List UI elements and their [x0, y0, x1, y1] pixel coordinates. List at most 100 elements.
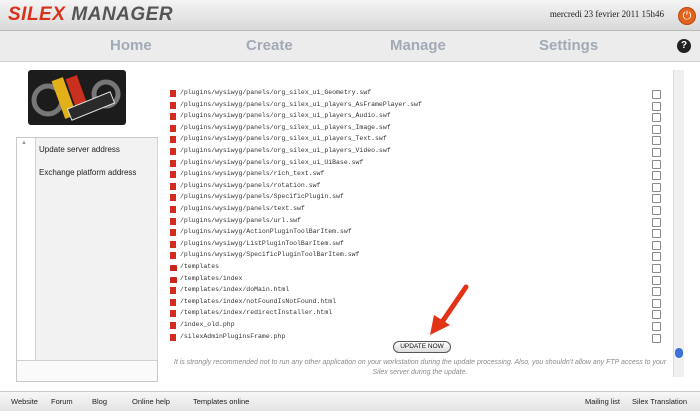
update-warning: It is strongly recommended not to run an…: [173, 359, 667, 376]
file-checkbox[interactable]: [652, 287, 661, 297]
file-checkbox[interactable]: [652, 206, 661, 215]
file-row: /templates/index: [168, 274, 668, 286]
collapse-arrow-icon[interactable]: ▲: [21, 140, 27, 146]
file-row: /index_old.php: [168, 320, 668, 332]
file-checkbox[interactable]: [652, 333, 661, 343]
file-path: /templates/index/redirectInstaller.html: [180, 309, 333, 317]
footer-link-online-help[interactable]: Online help: [132, 397, 170, 406]
file-checkbox[interactable]: [652, 159, 661, 169]
silex-manager-logo: SILEX MANAGER: [8, 4, 173, 26]
file-checkbox[interactable]: [652, 229, 661, 239]
file-row: /templates/index/notFoundIsNotFound.html: [168, 297, 668, 309]
folder-icon: [170, 265, 177, 271]
file-icon: [170, 298, 176, 306]
file-checkbox[interactable]: [652, 322, 661, 331]
file-checkbox[interactable]: [652, 90, 661, 99]
file-path: /plugins/wysiwyg/panels/rotation.swf: [180, 181, 321, 189]
file-icon: [170, 113, 176, 121]
file-icon: [170, 182, 176, 190]
file-checkbox[interactable]: [652, 217, 661, 227]
file-row: /plugins/wysiwyg/panels/SpecificPlugin.s…: [168, 192, 668, 204]
file-row: /plugins/wysiwyg/panels/org_silex_ui_UiB…: [168, 158, 668, 170]
file-path: /plugins/wysiwyg/panels/org_silex_ui_pla…: [180, 147, 391, 154]
file-path: /plugins/wysiwyg/panels/org_silex_ui_pla…: [180, 100, 422, 108]
file-row: /plugins/wysiwyg/ListPluginToolBarItem.s…: [168, 239, 668, 251]
file-row: /plugins/wysiwyg/panels/org_silex_ui_pla…: [168, 100, 668, 112]
file-checkbox[interactable]: [652, 182, 661, 192]
logo-manager-text: MANAGER: [71, 4, 174, 25]
file-icon: [170, 217, 176, 225]
file-row: /plugins/wysiwyg/panels/org_silex_ui_pla…: [168, 146, 668, 158]
file-icon: [170, 159, 176, 167]
file-icon: [170, 252, 176, 260]
file-icon: [170, 148, 176, 155]
file-icon: [170, 136, 176, 144]
file-path: /plugins/wysiwyg/panels/text.swf: [180, 205, 305, 212]
file-checkbox[interactable]: [652, 264, 661, 273]
list-footer: [17, 360, 157, 381]
file-row: /plugins/wysiwyg/panels/rich_text.swf: [168, 169, 668, 181]
footer-link-website[interactable]: Website: [11, 397, 38, 406]
help-icon[interactable]: ?: [677, 39, 691, 53]
file-path: /templates/index/notFoundIsNotFound.html: [180, 297, 337, 305]
file-path: /silexAdminPluginsFrame.php: [180, 332, 286, 340]
file-path: /plugins/wysiwyg/panels/org_silex_ui_UiB…: [180, 158, 364, 166]
file-path: /templates/index/doMain.html: [180, 286, 290, 294]
file-icon: [170, 124, 176, 132]
file-icon: [170, 101, 176, 109]
file-row: /plugins/wysiwyg/panels/org_silex_ui_pla…: [168, 123, 668, 135]
file-path: /plugins/wysiwyg/panels/org_silex_ui_pla…: [180, 112, 391, 120]
file-checkbox[interactable]: [652, 310, 661, 320]
file-row: /templates/index/doMain.html: [168, 285, 668, 297]
file-checkbox[interactable]: [652, 101, 661, 111]
footer-link-blog[interactable]: Blog: [92, 397, 107, 406]
file-icon: [170, 287, 176, 295]
sidebar-item-update-server[interactable]: Update server address: [39, 145, 120, 154]
file-checkbox[interactable]: [652, 252, 661, 262]
footer-link-templates-online[interactable]: Templates online: [193, 397, 249, 406]
file-checkbox[interactable]: [652, 171, 661, 181]
file-icon: [170, 206, 176, 213]
footer-link-mailing-list[interactable]: Mailing list: [585, 397, 620, 406]
nav-manage[interactable]: Manage: [390, 37, 446, 54]
file-row: /plugins/wysiwyg/panels/org_silex_ui_pla…: [168, 134, 668, 146]
file-path: /plugins/wysiwyg/panels/org_silex_ui_Geo…: [180, 89, 372, 96]
file-path: /plugins/wysiwyg/ListPluginToolBarItem.s…: [180, 239, 344, 247]
nav-home[interactable]: Home: [110, 37, 152, 54]
file-path: /plugins/wysiwyg/panels/org_silex_ui_pla…: [180, 123, 391, 131]
file-row: /plugins/wysiwyg/SpecificPluginToolBarIt…: [168, 250, 668, 262]
file-path: /plugins/wysiwyg/panels/org_silex_ui_pla…: [180, 135, 387, 143]
scroll-thumb[interactable]: [675, 348, 683, 358]
sidebar-item-exchange-platform[interactable]: Exchange platform address: [39, 168, 136, 177]
update-now-button[interactable]: UPDATE NOW: [393, 341, 451, 353]
nav-settings[interactable]: Settings: [539, 37, 598, 54]
file-row: /templates: [168, 262, 668, 274]
power-icon[interactable]: ⏻: [678, 7, 696, 25]
file-list-scrollbar[interactable]: [673, 70, 684, 377]
file-checkbox[interactable]: [652, 113, 661, 123]
file-checkbox[interactable]: [652, 240, 661, 250]
file-path: /index_old.php: [180, 321, 235, 328]
file-checkbox[interactable]: [652, 298, 661, 308]
file-icon: [170, 229, 176, 237]
file-checkbox[interactable]: [652, 148, 661, 157]
file-checkbox[interactable]: [652, 124, 661, 134]
file-icon: [170, 322, 176, 329]
footer-link-translation[interactable]: Silex Translation: [632, 397, 687, 406]
file-path: /plugins/wysiwyg/SpecificPluginToolBarIt…: [180, 251, 360, 259]
file-row: /plugins/wysiwyg/panels/rotation.swf: [168, 181, 668, 193]
logo-silex-text: SILEX: [8, 4, 66, 25]
file-icon: [170, 194, 176, 202]
footer-link-forum[interactable]: Forum: [51, 397, 73, 406]
file-checkbox[interactable]: [652, 194, 661, 204]
file-checkbox[interactable]: [652, 275, 661, 285]
file-path: /templates: [180, 263, 220, 270]
pointer-arrow-icon: [430, 284, 469, 335]
file-checkbox[interactable]: [652, 136, 661, 146]
footer: Website Forum Blog Online help Templates…: [0, 391, 700, 411]
nav-create[interactable]: Create: [246, 37, 293, 54]
current-date: mercredi 23 fevrier 2011 15h46: [549, 9, 664, 19]
file-path: /plugins/wysiwyg/panels/rich_text.swf: [180, 170, 325, 178]
file-icon: [170, 333, 176, 341]
file-row: /templates/index/redirectInstaller.html: [168, 308, 668, 320]
